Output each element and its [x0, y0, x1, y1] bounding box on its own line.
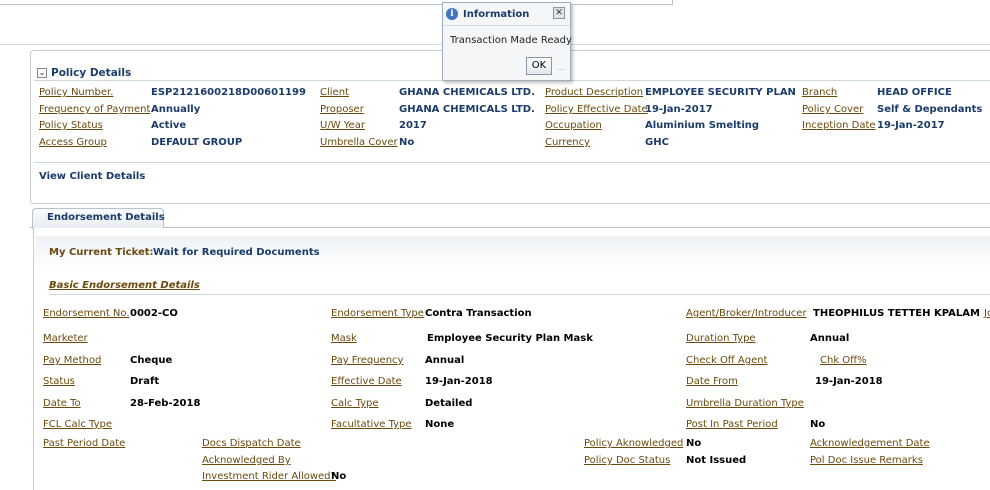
- policy-status-value: Active: [151, 120, 187, 131]
- check-off-agent-label[interactable]: Check Off Agent: [686, 355, 767, 366]
- investment-rider-value: No: [331, 471, 347, 482]
- mask-value: Employee Security Plan Mask: [427, 333, 593, 344]
- investment-rider-label[interactable]: Investment Rider Allowed?: [202, 471, 336, 482]
- dialog-title: Information: [463, 9, 530, 20]
- pay-frequency-value: Annual: [425, 355, 465, 366]
- client-label[interactable]: Client: [320, 87, 349, 98]
- mask-label[interactable]: Mask: [331, 333, 357, 344]
- effective-date-value: 19-Jan-2018: [425, 376, 493, 387]
- duration-type-label[interactable]: Duration Type: [686, 333, 756, 344]
- date-from-value: 19-Jan-2018: [815, 376, 883, 387]
- endorsement-no-label[interactable]: Endorsement No.: [43, 308, 130, 319]
- proposer-value: GHANA CHEMICALS LTD.: [399, 104, 535, 115]
- currency-value: GHC: [645, 137, 669, 148]
- frequency-of-payment-value: Annually: [151, 104, 201, 115]
- information-dialog: i Information ✕ Transaction Made Ready O…: [442, 2, 572, 81]
- past-period-date-label[interactable]: Past Period Date: [43, 438, 125, 449]
- post-in-past-period-label[interactable]: Post In Past Period: [686, 419, 778, 430]
- ticket-value: Wait for Required Documents: [153, 247, 320, 258]
- occupation-value: Aluminium Smelting: [645, 120, 760, 131]
- view-client-details-link[interactable]: View Client Details: [39, 171, 145, 182]
- policy-effective-date-value: 19-Jan-2017: [645, 104, 713, 115]
- uw-year-value: 2017: [399, 120, 427, 131]
- pay-method-label[interactable]: Pay Method: [43, 355, 101, 366]
- ticket-label: My Current Ticket:: [49, 247, 154, 258]
- client-value: GHANA CHEMICALS LTD.: [399, 87, 535, 98]
- inception-date-label[interactable]: Inception Date: [802, 120, 876, 131]
- chk-off-link[interactable]: Chk Off%: [820, 355, 867, 366]
- duration-type-value: Annual: [810, 333, 850, 344]
- policy-cover-label[interactable]: Policy Cover: [802, 104, 863, 115]
- policy-number-label[interactable]: Policy Number.: [39, 87, 113, 98]
- pay-method-value: Cheque: [130, 355, 173, 366]
- umbrella-cover-label[interactable]: Umbrella Cover: [320, 137, 398, 148]
- product-description-value: EMPLOYEE SECURITY PLAN: [645, 87, 796, 98]
- proposer-label[interactable]: Proposer: [320, 104, 364, 115]
- policy-status-label[interactable]: Policy Status: [39, 120, 103, 131]
- calc-type-label[interactable]: Calc Type: [331, 398, 379, 409]
- endorsement-type-label[interactable]: Endorsement Type: [331, 308, 424, 319]
- date-to-label[interactable]: Date To: [43, 398, 81, 409]
- tab-endorsement-label: Endorsement Details: [47, 212, 165, 223]
- calc-type-value: Detailed: [425, 398, 473, 409]
- info-icon: i: [446, 8, 458, 20]
- branch-value: HEAD OFFICE: [877, 87, 952, 98]
- agent-broker-value: THEOPHILUS TETTEH KPALAM: [813, 308, 980, 319]
- close-icon[interactable]: ✕: [553, 7, 565, 19]
- inception-date-value: 19-Jan-2017: [877, 120, 945, 131]
- branch-label[interactable]: Branch: [802, 87, 837, 98]
- access-group-label[interactable]: Access Group: [39, 137, 107, 148]
- status-label[interactable]: Status: [43, 376, 75, 387]
- policy-fields-divider: [34, 162, 990, 163]
- occupation-label[interactable]: Occupation: [545, 120, 602, 131]
- facultative-type-value: None: [425, 419, 455, 430]
- docs-dispatch-date-label[interactable]: Docs Dispatch Date: [202, 438, 301, 449]
- policy-aknowledged-label[interactable]: Policy Aknowledged: [584, 438, 683, 449]
- policy-doc-status-value: Not Issued: [686, 455, 747, 466]
- policy-aknowledged-value: No: [686, 438, 702, 449]
- basic-title-divider: [49, 294, 990, 295]
- agent-broker-label[interactable]: Agent/Broker/Introducer: [686, 308, 807, 319]
- product-description-label[interactable]: Product Description: [545, 87, 643, 98]
- policy-effective-date-label[interactable]: Policy Effective Date: [545, 104, 648, 115]
- marketer-label[interactable]: Marketer: [43, 333, 88, 344]
- ok-button[interactable]: OK: [526, 57, 552, 75]
- facultative-type-label[interactable]: Facultative Type: [331, 419, 412, 430]
- collapse-chevron-icon[interactable]: ⌄: [37, 68, 47, 78]
- currency-label[interactable]: Currency: [545, 137, 590, 148]
- acknowledged-by-label[interactable]: Acknowledged By: [202, 455, 291, 466]
- status-value: Draft: [130, 376, 160, 387]
- basic-endorsement-title[interactable]: Basic Endorsement Details: [49, 280, 200, 291]
- policy-doc-status-label[interactable]: Policy Doc Status: [584, 455, 670, 466]
- resize-grip-icon[interactable]: ⋯: [557, 65, 567, 75]
- date-to-value: 28-Feb-2018: [130, 398, 201, 409]
- endorsement-type-value: Contra Transaction: [425, 308, 532, 319]
- pol-doc-issue-remarks-label[interactable]: Pol Doc Issue Remarks: [810, 455, 923, 466]
- frequency-of-payment-label[interactable]: Frequency of Payment: [39, 104, 150, 115]
- post-in-past-period-value: No: [810, 419, 826, 430]
- access-group-value: DEFAULT GROUP: [151, 137, 243, 148]
- umbrella-cover-value: No: [399, 137, 415, 148]
- truncated-link[interactable]: Jo: [984, 308, 990, 319]
- policy-details-title: Policy Details: [51, 67, 132, 79]
- policy-cover-value: Self & Dependants: [877, 104, 983, 115]
- umbrella-duration-type-label[interactable]: Umbrella Duration Type: [686, 398, 804, 409]
- uw-year-label[interactable]: U/W Year: [320, 120, 365, 131]
- dialog-message: Transaction Made Ready: [450, 35, 572, 46]
- fcl-calc-type-label[interactable]: FCL Calc Type: [43, 419, 112, 430]
- dialog-header: i Information ✕: [443, 3, 570, 26]
- endorsement-no-value: 0002-CO: [130, 308, 178, 319]
- policy-number-value: ESP2121600218D00601199: [151, 87, 306, 98]
- top-window-edge: [0, 0, 673, 5]
- pay-frequency-label[interactable]: Pay Frequency: [331, 355, 403, 366]
- effective-date-label[interactable]: Effective Date: [331, 376, 402, 387]
- date-from-label[interactable]: Date From: [686, 376, 738, 387]
- acknowledgement-date-label[interactable]: Acknowledgement Date: [810, 438, 930, 449]
